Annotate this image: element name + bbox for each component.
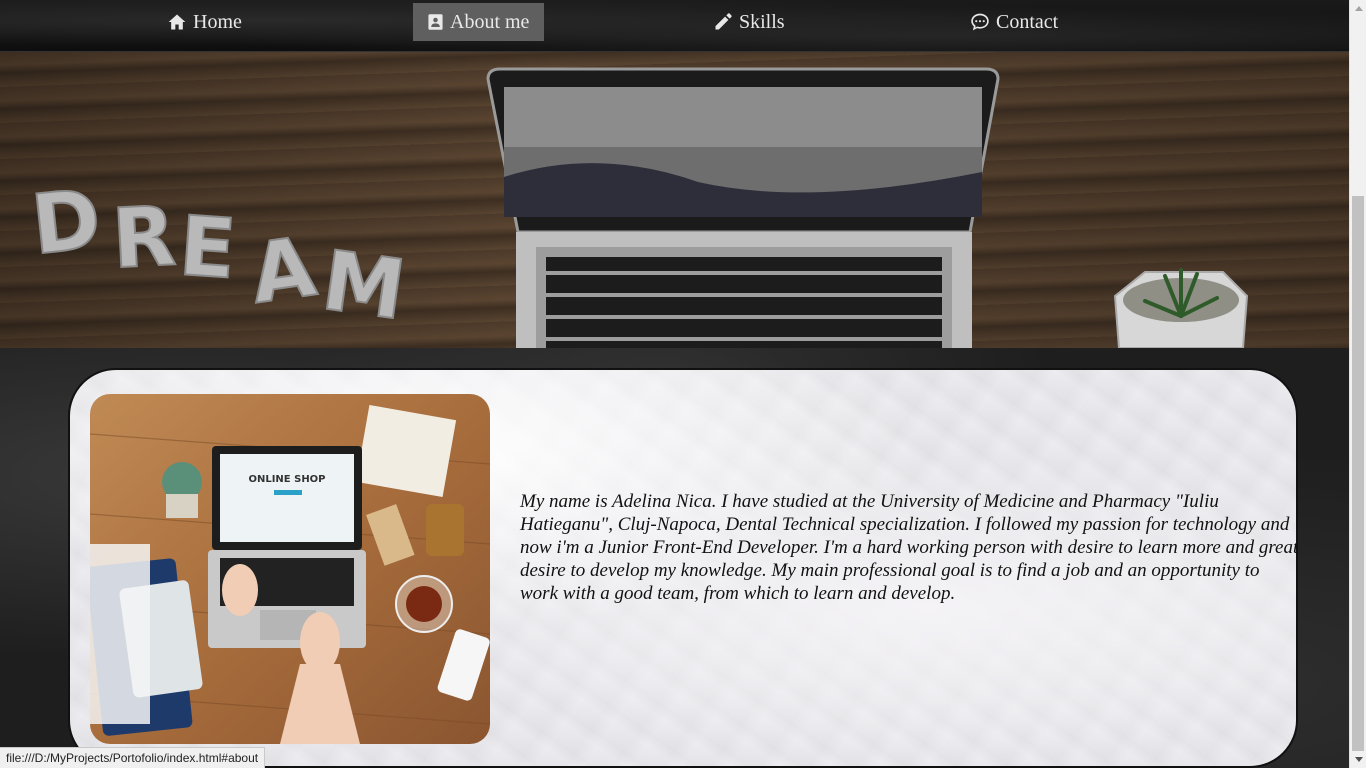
- plant-pot-image: [1113, 268, 1249, 348]
- top-navigation: Home About me Skills Contact: [0, 0, 1349, 52]
- chevron-down-icon: [1354, 757, 1363, 762]
- chevron-up-icon: [1354, 6, 1363, 11]
- nav-contact[interactable]: Contact: [954, 3, 1074, 41]
- nav-about[interactable]: About me: [413, 3, 544, 41]
- workspace-photo-illustration: ONLINE SHOP: [90, 394, 490, 744]
- about-description: My name is Adelina Nica. I have studied …: [520, 491, 1298, 604]
- dream-letter: A: [245, 220, 322, 323]
- home-icon: [168, 14, 186, 30]
- nav-skills-label: Skills: [739, 10, 785, 33]
- dream-letter: R: [110, 189, 178, 287]
- chat-icon: [971, 13, 989, 31]
- id-card-icon: [428, 14, 443, 30]
- dream-letter: E: [176, 199, 239, 298]
- dream-letter: M: [317, 233, 411, 338]
- hero-banner: D R E A M: [0, 51, 1349, 348]
- about-card: ONLINE SHOP My name is Adelina Nica. I h…: [68, 368, 1298, 768]
- scroll-up-arrow[interactable]: [1350, 0, 1366, 17]
- pencil-icon: [715, 13, 732, 30]
- workspace-photo: ONLINE SHOP: [90, 394, 490, 744]
- scroll-thumb[interactable]: [1352, 196, 1364, 751]
- vertical-scrollbar[interactable]: [1349, 0, 1366, 768]
- scroll-down-arrow[interactable]: [1350, 751, 1366, 768]
- link-status-bar: file:///D:/MyProjects/Portofolio/index.h…: [0, 747, 266, 768]
- online-shop-label: ONLINE SHOP: [248, 474, 325, 485]
- nav-about-label: About me: [450, 10, 530, 33]
- dream-letters-image: D R E A M: [26, 171, 411, 340]
- nav-skills[interactable]: Skills: [697, 3, 801, 41]
- nav-home[interactable]: Home: [151, 3, 258, 41]
- nav-home-label: Home: [193, 10, 242, 33]
- nav-contact-label: Contact: [996, 10, 1059, 33]
- laptop-image: [486, 67, 1000, 348]
- dream-letter: D: [27, 172, 105, 274]
